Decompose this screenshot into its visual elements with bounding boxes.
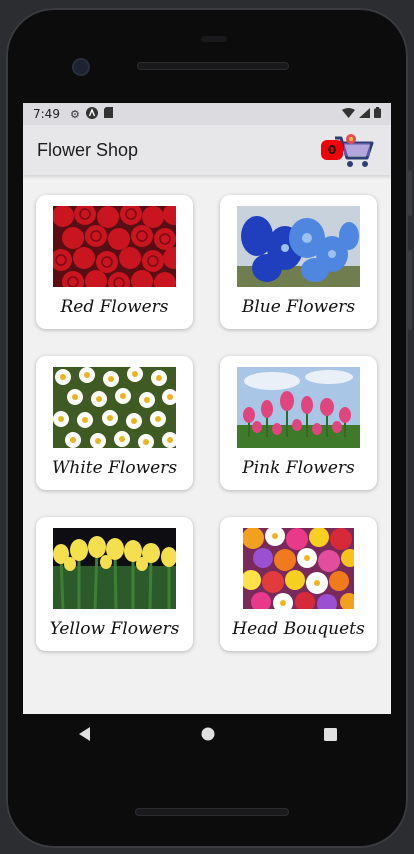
bottom-speaker xyxy=(135,808,289,816)
back-icon[interactable] xyxy=(78,726,92,745)
signal-icon xyxy=(359,107,370,121)
home-icon[interactable] xyxy=(201,726,215,745)
category-card-yellow-flowers[interactable]: Yellow Flowers xyxy=(36,517,193,651)
pink-tulips-image xyxy=(237,367,360,448)
app-bar: Flower Shop 0 xyxy=(23,125,391,175)
category-grid: Red Flowers Blue Flowers White Flowers P… xyxy=(23,175,391,651)
category-label: Yellow Flowers xyxy=(49,619,180,639)
mixed-flowers-image xyxy=(243,528,354,609)
yellow-tulips-image xyxy=(53,528,176,609)
sd-card-icon xyxy=(103,107,113,121)
recents-icon[interactable] xyxy=(323,726,337,745)
category-label: White Flowers xyxy=(51,458,178,478)
volume-button xyxy=(408,170,412,216)
category-label: Red Flowers xyxy=(60,297,169,317)
system-nav-bar xyxy=(23,714,391,756)
category-card-blue-flowers[interactable]: Blue Flowers xyxy=(220,195,377,329)
settings-icon: ⚙ xyxy=(69,107,80,121)
battery-icon xyxy=(374,107,381,121)
app-title: Flower Shop xyxy=(37,139,139,160)
category-label: Head Bouquets xyxy=(232,619,365,639)
red-roses-image xyxy=(53,206,176,287)
blue-orchids-image xyxy=(237,206,360,287)
top-slot xyxy=(201,36,227,42)
category-label: Blue Flowers xyxy=(241,297,356,317)
category-card-head-bouquets[interactable]: Head Bouquets xyxy=(220,517,377,651)
status-time: 7:49 xyxy=(33,107,60,121)
wifi-icon xyxy=(342,107,355,121)
power-button xyxy=(408,250,412,330)
camera-icon xyxy=(74,60,88,74)
earpiece-speaker xyxy=(137,62,289,70)
white-daisies-image xyxy=(53,367,176,448)
category-card-white-flowers[interactable]: White Flowers xyxy=(36,356,193,490)
status-bar: 7:49 ⚙ xyxy=(23,103,391,125)
app-screen: 7:49 ⚙ Flower Shop 0 Red Flowers Blue Fl… xyxy=(23,103,391,714)
cart-count-badge: 0 xyxy=(321,140,343,160)
category-card-pink-flowers[interactable]: Pink Flowers xyxy=(220,356,377,490)
accessibility-icon xyxy=(85,106,98,122)
cart-button[interactable]: 0 xyxy=(321,130,377,170)
category-label: Pink Flowers xyxy=(242,458,355,478)
category-card-red-flowers[interactable]: Red Flowers xyxy=(36,195,193,329)
